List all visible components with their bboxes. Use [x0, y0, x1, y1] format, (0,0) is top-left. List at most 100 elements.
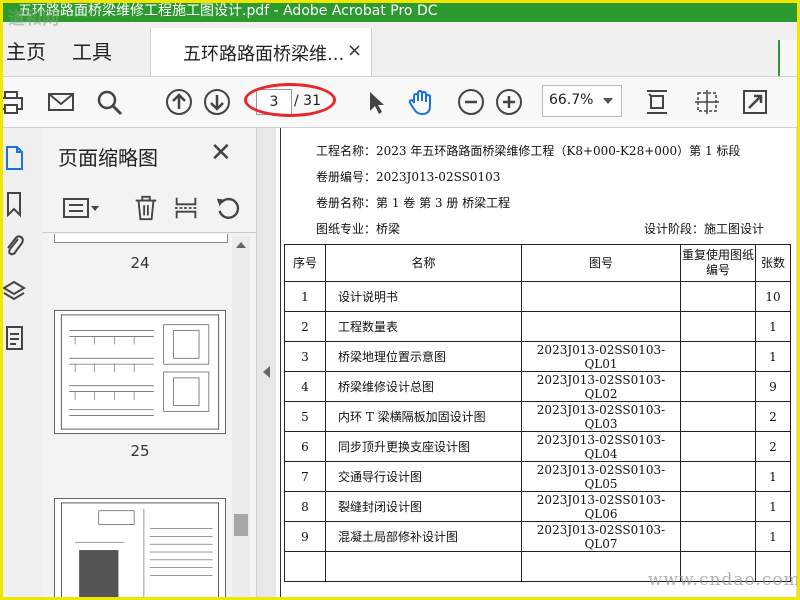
page-thumbnail-25[interactable] — [54, 310, 226, 434]
window-title: 五环路路面桥梁维修工程施工图设计.pdf - Adobe Acrobat Pro… — [18, 3, 438, 19]
chevron-left-icon — [263, 366, 270, 378]
cell-reuse — [680, 311, 756, 342]
cell-name: 桥梁地理位置示意图 — [325, 341, 522, 372]
table-row: 7 交通导行设计图 2023J013-02SS0103-QL05 1 — [284, 461, 791, 492]
panel-title: 页面缩略图 — [58, 146, 158, 170]
layers-icon[interactable] — [2, 278, 26, 306]
zoom-select[interactable]: 66.7% — [542, 85, 622, 117]
email-icon[interactable] — [44, 85, 78, 119]
header-name: 名称 — [325, 244, 522, 282]
cell-drawing-no — [521, 311, 681, 342]
tab-tools[interactable]: 工具 — [72, 36, 112, 65]
cell-reuse — [680, 431, 756, 462]
zoom-out-icon[interactable] — [454, 85, 488, 119]
project-name: 工程名称：2023 年五环路路面桥梁维修工程（K8+000-K28+000）第 … — [316, 144, 741, 158]
table-row: 1 设计说明书 10 — [284, 281, 791, 312]
cell-name: 工程数量表 — [325, 311, 522, 342]
document-properties-icon[interactable] — [2, 324, 26, 352]
account-edge — [778, 40, 800, 76]
split-page-icon[interactable] — [170, 192, 202, 224]
window-title-bar: 五环路路面桥梁维修工程施工图设计.pdf - Adobe Acrobat Pro… — [0, 0, 800, 22]
tab-document-label: 五环路路面桥梁维... — [183, 44, 345, 65]
cell-reuse — [680, 521, 756, 552]
tab-home[interactable]: 主页 — [6, 36, 46, 65]
attachment-icon[interactable] — [2, 232, 26, 260]
page-thumbnail-24[interactable] — [54, 234, 228, 243]
cell-drawing-no: 2023J013-02SS0103-QL03 — [521, 401, 681, 432]
close-panel-icon[interactable]: ✕ — [210, 138, 232, 168]
close-tab-icon[interactable]: × — [347, 40, 362, 61]
table-row: 2 工程数量表 1 — [284, 311, 791, 342]
cell-reuse — [680, 461, 756, 492]
bookmark-icon[interactable] — [2, 190, 26, 218]
page-border-line — [280, 128, 281, 600]
cell-name: 混凝土局部修补设计图 — [325, 521, 522, 552]
scroll-up-icon[interactable] — [236, 242, 246, 248]
fit-page-icon[interactable] — [640, 85, 674, 119]
thumbnail-list: 24 25 — [42, 234, 256, 600]
zoom-value: 66.7% — [549, 92, 594, 108]
document-view: 工程名称：2023 年五环路路面桥梁维修工程（K8+000-K28+000）第 … — [276, 128, 800, 600]
cell-drawing-no — [521, 281, 681, 312]
cell-name: 设计说明书 — [325, 281, 522, 312]
cell-drawing-no: 2023J013-02SS0103-QL06 — [521, 491, 681, 522]
rotate-icon[interactable] — [212, 192, 244, 224]
cell-drawing-no: 2023J013-02SS0103-QL04 — [521, 431, 681, 462]
table-row: 3 桥梁地理位置示意图 2023J013-02SS0103-QL01 1 — [284, 341, 791, 372]
thumbnail-label-25: 25 — [130, 442, 150, 460]
select-cursor-icon[interactable] — [358, 85, 392, 119]
table-row: 4 桥梁维修设计总图 2023J013-02SS0103-QL02 9 — [284, 371, 791, 402]
options-menu-icon[interactable] — [62, 192, 102, 224]
full-screen-icon[interactable] — [738, 85, 772, 119]
thumbnail-scrollbar[interactable] — [232, 236, 250, 598]
cell-drawing-no: 2023J013-02SS0103-QL07 — [521, 521, 681, 552]
cell-seq: 6 — [284, 431, 326, 462]
cell-name: 裂缝封闭设计图 — [325, 491, 522, 522]
thumbnail-label-24: 24 — [130, 254, 150, 272]
tab-document[interactable]: 五环路路面桥梁维... × — [150, 28, 372, 76]
chevron-down-icon — [603, 98, 613, 104]
cell-drawing-no: 2023J013-02SS0103-QL01 — [521, 341, 681, 372]
drawing-preview-25 — [60, 314, 220, 430]
cell-seq: 5 — [284, 401, 326, 432]
search-icon[interactable] — [92, 85, 126, 119]
previous-page-icon[interactable] — [162, 85, 196, 119]
cell-reuse — [680, 281, 756, 312]
cell-sheets: 1 — [755, 341, 791, 372]
page-thumbnail-26[interactable] — [54, 498, 226, 600]
cell-sheets: 1 — [755, 491, 791, 522]
zoom-in-icon[interactable] — [492, 85, 526, 119]
page-thumbnails-icon[interactable] — [2, 144, 26, 172]
table-header-row: 序号 名称 图号 重复使用图纸编号 张数 — [284, 244, 791, 282]
cell-sheets: 2 — [755, 401, 791, 432]
cell-sheets: 1 — [755, 461, 791, 492]
table-row: 5 内环 T 梁横隔板加固设计图 2023J013-02SS0103-QL03 … — [284, 401, 791, 432]
cell-name: 内环 T 梁横隔板加固设计图 — [325, 401, 522, 432]
hand-tool-icon[interactable] — [404, 85, 438, 119]
tab-bar: 主页 工具 五环路路面桥梁维... × — [0, 22, 800, 77]
header-seq: 序号 — [284, 244, 326, 282]
pdf-page: 工程名称：2023 年五环路路面桥梁维修工程（K8+000-K28+000）第 … — [276, 128, 796, 600]
watermark-bottom-right: www.cndao.com — [648, 570, 800, 590]
cell-seq: 9 — [284, 521, 326, 552]
cell-empty — [284, 551, 326, 582]
cell-reuse — [680, 371, 756, 402]
scrollbar-thumb[interactable] — [234, 514, 248, 536]
panel-collapse-handle[interactable] — [256, 128, 277, 600]
print-icon[interactable] — [0, 85, 28, 119]
cell-seq: 4 — [284, 371, 326, 402]
delete-icon[interactable] — [130, 192, 162, 224]
annotation-ellipse — [244, 83, 336, 117]
cell-seq: 1 — [284, 281, 326, 312]
cell-sheets: 1 — [755, 311, 791, 342]
cell-reuse — [680, 401, 756, 432]
cell-seq: 2 — [284, 311, 326, 342]
scroll-mode-icon[interactable] — [690, 85, 724, 119]
design-stage: 设计阶段：施工图设计 — [644, 222, 765, 236]
next-page-icon[interactable] — [200, 85, 234, 119]
volume-number: 卷册编号：2023J013-02SS0103 — [316, 170, 501, 184]
cell-sheets: 1 — [755, 521, 791, 552]
cell-sheets: 10 — [755, 281, 791, 312]
watermark-top-left: 道和网 — [8, 9, 59, 29]
header-drawing-no: 图号 — [521, 244, 681, 282]
